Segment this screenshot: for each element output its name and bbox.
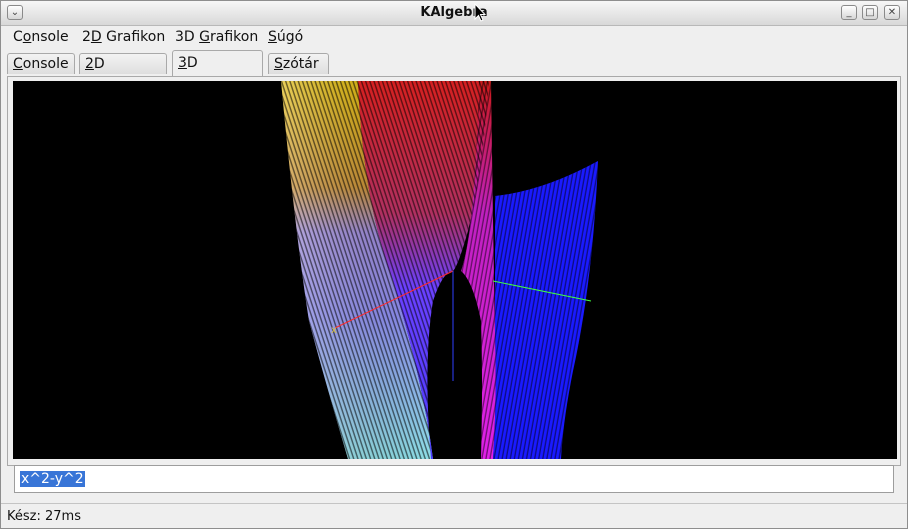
expression-text[interactable]: x^2-y^2: [20, 471, 85, 487]
tab-console-accel: C: [13, 56, 23, 72]
menu-2d-grafikon[interactable]: 2D Grafikon: [82, 29, 165, 45]
tab-szotar-accel: S: [274, 56, 283, 72]
status-text: Kész: 27ms: [7, 509, 81, 524]
status-bar: Kész: 27ms: [1, 503, 907, 529]
tab-bar: Console 2D Grafikon 3D Grafikon Szótár: [1, 49, 907, 95]
expression-input[interactable]: x^2-y^2: [14, 465, 894, 493]
menu-2d-label-rest: Grafikon: [101, 29, 166, 45]
tab-2d-grafikon[interactable]: 2D Grafikon: [79, 53, 167, 93]
minimize-button[interactable]: _: [841, 5, 857, 20]
window-title: KAlgebra: [420, 5, 488, 20]
axis-marker: x: [331, 325, 337, 336]
menu-3d-grafikon[interactable]: 3D Grafikon: [175, 29, 258, 45]
plot-3d-canvas[interactable]: x: [13, 81, 897, 459]
close-icon: ✕: [887, 7, 897, 18]
menu-sugo[interactable]: Súgó: [268, 29, 303, 45]
menu-3d-accel: G: [199, 29, 210, 45]
menu-console-label: C: [13, 29, 23, 45]
menu-sugo-accel: S: [268, 29, 277, 45]
menu-bar: Console 2D Grafikon 3D Grafikon Súgó: [1, 25, 907, 49]
menu-2d-label: 2: [82, 29, 91, 45]
tab-2d-accel: 2: [85, 56, 94, 72]
minimize-icon: _: [846, 7, 852, 18]
menu-console-label-rest: nsole: [31, 29, 69, 45]
tab-szotar[interactable]: Szótár: [268, 53, 329, 74]
tab-console[interactable]: Console: [7, 53, 75, 74]
app-window: ⌄ KAlgebra _ □ ✕ Console 2D Grafikon 3D …: [0, 0, 908, 529]
menu-3d-label: 3D: [175, 29, 200, 45]
maximize-button[interactable]: □: [862, 5, 878, 20]
menu-console[interactable]: Console: [13, 29, 69, 45]
menu-2d-accel: D: [90, 29, 102, 45]
menu-3d-label-rest: rafikon: [210, 29, 259, 45]
surface-left-mesh: [281, 81, 489, 459]
plot-3d-surface: x: [281, 81, 598, 459]
surface-right-mesh: [493, 161, 598, 459]
tab-3d-accel: 3: [178, 55, 187, 71]
close-button[interactable]: ✕: [884, 5, 900, 20]
tab-szotar-label-rest: zótár: [282, 56, 319, 72]
maximize-icon: □: [865, 7, 875, 18]
menu-sugo-label-rest: úgó: [276, 29, 304, 45]
title-bar[interactable]: ⌄ KAlgebra _ □ ✕: [1, 1, 907, 26]
tab-3d-grafikon[interactable]: 3D Grafikon: [172, 50, 263, 95]
mouse-cursor-icon: [474, 3, 486, 22]
tab-console-label-rest: onsole: [22, 56, 69, 72]
